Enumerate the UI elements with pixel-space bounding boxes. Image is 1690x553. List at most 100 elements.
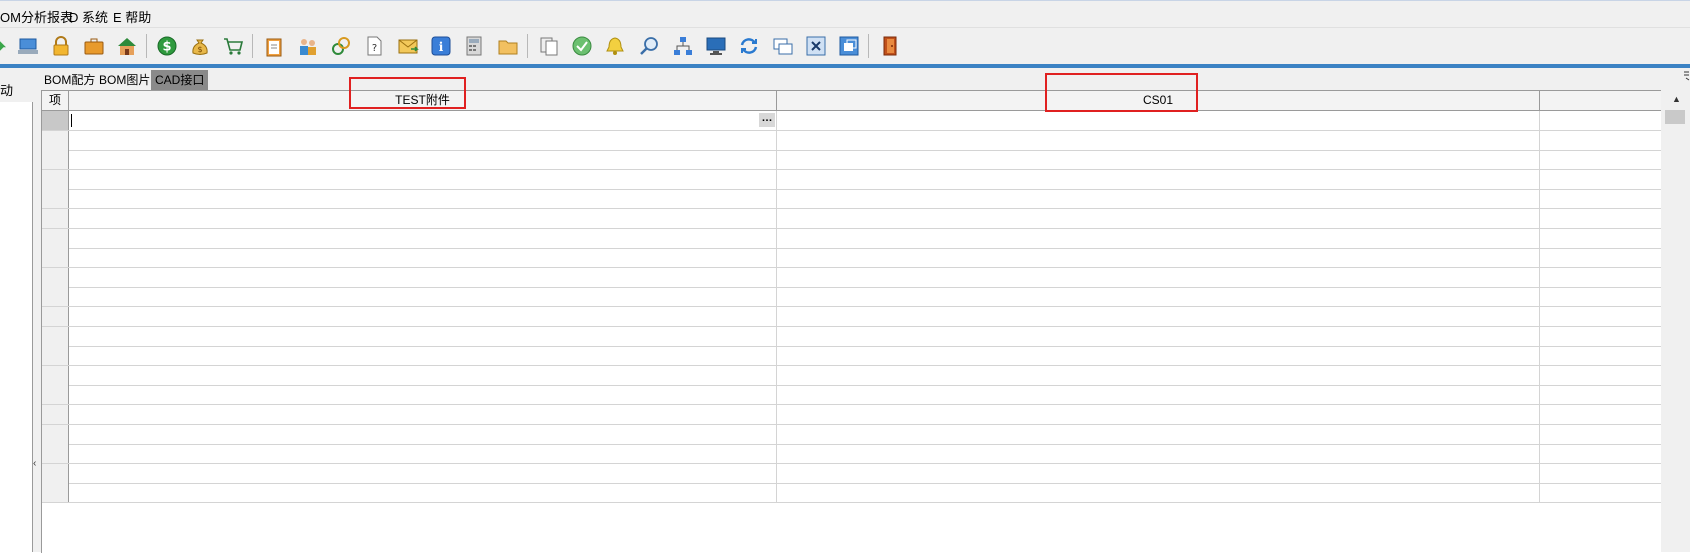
row-indicator-cell[interactable] bbox=[42, 385, 69, 405]
row-indicator-cell[interactable] bbox=[42, 169, 69, 189]
test-attachment-cell[interactable] bbox=[69, 365, 777, 385]
users-icon[interactable] bbox=[296, 34, 320, 58]
row-indicator-cell[interactable] bbox=[42, 267, 69, 287]
test-attachment-cell[interactable] bbox=[69, 169, 777, 189]
cs01-cell[interactable] bbox=[777, 111, 1540, 130]
table-row[interactable] bbox=[42, 189, 1662, 210]
org-chart-icon[interactable] bbox=[671, 34, 695, 58]
row-indicator-cell[interactable] bbox=[42, 130, 69, 150]
mail-icon[interactable] bbox=[396, 34, 420, 58]
cs01-cell[interactable] bbox=[777, 228, 1540, 248]
table-row[interactable] bbox=[42, 405, 1662, 425]
test-attachment-cell[interactable] bbox=[69, 424, 777, 444]
table-row[interactable] bbox=[42, 346, 1662, 367]
tab-bom-recipe[interactable]: BOM配方 bbox=[40, 70, 99, 90]
row-indicator-cell[interactable] bbox=[42, 483, 69, 503]
collapse-chevron-icon[interactable]: ‹ bbox=[33, 458, 36, 469]
table-row[interactable] bbox=[42, 130, 1662, 151]
money-bag-icon[interactable]: $ bbox=[188, 34, 212, 58]
left-panel-list[interactable] bbox=[0, 102, 33, 552]
folder-icon[interactable] bbox=[496, 34, 520, 58]
table-row[interactable] bbox=[42, 385, 1662, 406]
table-row[interactable] bbox=[42, 483, 1662, 504]
computer-icon[interactable] bbox=[16, 34, 40, 58]
dollar-coin-icon[interactable]: $ bbox=[155, 34, 179, 58]
cs01-cell[interactable] bbox=[777, 209, 1540, 228]
test-attachment-cell[interactable] bbox=[69, 483, 777, 503]
row-indicator-cell[interactable] bbox=[42, 111, 69, 130]
test-attachment-cell[interactable] bbox=[69, 267, 777, 287]
cs01-cell[interactable] bbox=[777, 169, 1540, 189]
scroll-up-arrow-icon[interactable]: ▲ bbox=[1672, 94, 1681, 104]
table-row[interactable] bbox=[42, 365, 1662, 386]
test-attachment-cell[interactable] bbox=[69, 385, 777, 405]
briefcase-icon[interactable] bbox=[82, 34, 106, 58]
windows-icon[interactable] bbox=[771, 34, 795, 58]
test-attachment-cell[interactable] bbox=[69, 150, 777, 170]
clipboard-icon[interactable] bbox=[262, 34, 286, 58]
row-indicator-cell[interactable] bbox=[42, 307, 69, 326]
test-attachment-cell[interactable]: … bbox=[69, 111, 777, 130]
test-attachment-cell[interactable] bbox=[69, 189, 777, 209]
restore-window-icon[interactable] bbox=[837, 34, 861, 58]
calculator-icon[interactable] bbox=[462, 34, 486, 58]
row-indicator-cell[interactable] bbox=[42, 346, 69, 366]
copy-document-icon[interactable] bbox=[537, 34, 561, 58]
scrollbar-thumb[interactable] bbox=[1665, 110, 1685, 124]
row-indicator-cell[interactable] bbox=[42, 189, 69, 209]
lock-icon[interactable] bbox=[49, 34, 73, 58]
row-indicator-cell[interactable] bbox=[42, 463, 69, 483]
bell-icon[interactable] bbox=[603, 34, 627, 58]
cs01-cell[interactable] bbox=[777, 463, 1540, 483]
home-icon[interactable] bbox=[115, 34, 139, 58]
cs01-cell[interactable] bbox=[777, 483, 1540, 503]
cs01-cell[interactable] bbox=[777, 346, 1540, 366]
refresh-icon[interactable] bbox=[737, 34, 761, 58]
monitor-icon[interactable] bbox=[704, 34, 728, 58]
row-indicator-cell[interactable] bbox=[42, 444, 69, 464]
table-row[interactable] bbox=[42, 463, 1662, 484]
help-document-icon[interactable]: ? bbox=[362, 34, 386, 58]
menu-item-report[interactable]: OM分析报表 bbox=[0, 7, 73, 26]
test-attachment-cell[interactable] bbox=[69, 248, 777, 268]
row-indicator-cell[interactable] bbox=[42, 287, 69, 307]
exit-door-icon[interactable] bbox=[878, 34, 902, 58]
row-indicator-cell[interactable] bbox=[42, 405, 69, 424]
table-row[interactable] bbox=[42, 307, 1662, 327]
table-row[interactable] bbox=[42, 326, 1662, 347]
tab-bom-image[interactable]: BOM图片 bbox=[95, 70, 154, 90]
test-attachment-cell[interactable] bbox=[69, 209, 777, 228]
cs01-cell[interactable] bbox=[777, 307, 1540, 326]
test-attachment-cell[interactable] bbox=[69, 346, 777, 366]
table-row[interactable]: … bbox=[42, 111, 1662, 131]
table-row[interactable] bbox=[42, 228, 1662, 249]
cs01-cell[interactable] bbox=[777, 150, 1540, 170]
menu-item-system[interactable]: D 系统 bbox=[69, 7, 108, 26]
row-indicator-cell[interactable] bbox=[42, 326, 69, 346]
test-attachment-cell[interactable] bbox=[69, 287, 777, 307]
row-indicator-cell[interactable] bbox=[42, 228, 69, 248]
search-icon[interactable] bbox=[637, 34, 661, 58]
table-row[interactable] bbox=[42, 424, 1662, 445]
check-circle-icon[interactable] bbox=[570, 34, 594, 58]
table-row[interactable] bbox=[42, 267, 1662, 288]
menu-item-help[interactable]: E 帮助 bbox=[113, 7, 151, 26]
table-row[interactable] bbox=[42, 169, 1662, 190]
cs01-cell[interactable] bbox=[777, 267, 1540, 287]
row-indicator-cell[interactable] bbox=[42, 365, 69, 385]
table-row[interactable] bbox=[42, 150, 1662, 171]
panel-overflow-icon[interactable] bbox=[1683, 68, 1690, 88]
arrow-icon[interactable] bbox=[0, 34, 12, 58]
table-row[interactable] bbox=[42, 444, 1662, 465]
test-attachment-cell[interactable] bbox=[69, 463, 777, 483]
test-attachment-cell[interactable] bbox=[69, 326, 777, 346]
test-attachment-cell[interactable] bbox=[69, 444, 777, 464]
test-attachment-cell[interactable] bbox=[69, 130, 777, 150]
cs01-cell[interactable] bbox=[777, 130, 1540, 150]
cs01-cell[interactable] bbox=[777, 365, 1540, 385]
cs01-cell[interactable] bbox=[777, 405, 1540, 424]
table-row[interactable] bbox=[42, 248, 1662, 269]
link-icon[interactable] bbox=[329, 34, 353, 58]
column-header-item[interactable]: 项 bbox=[42, 91, 69, 110]
cs01-cell[interactable] bbox=[777, 385, 1540, 405]
